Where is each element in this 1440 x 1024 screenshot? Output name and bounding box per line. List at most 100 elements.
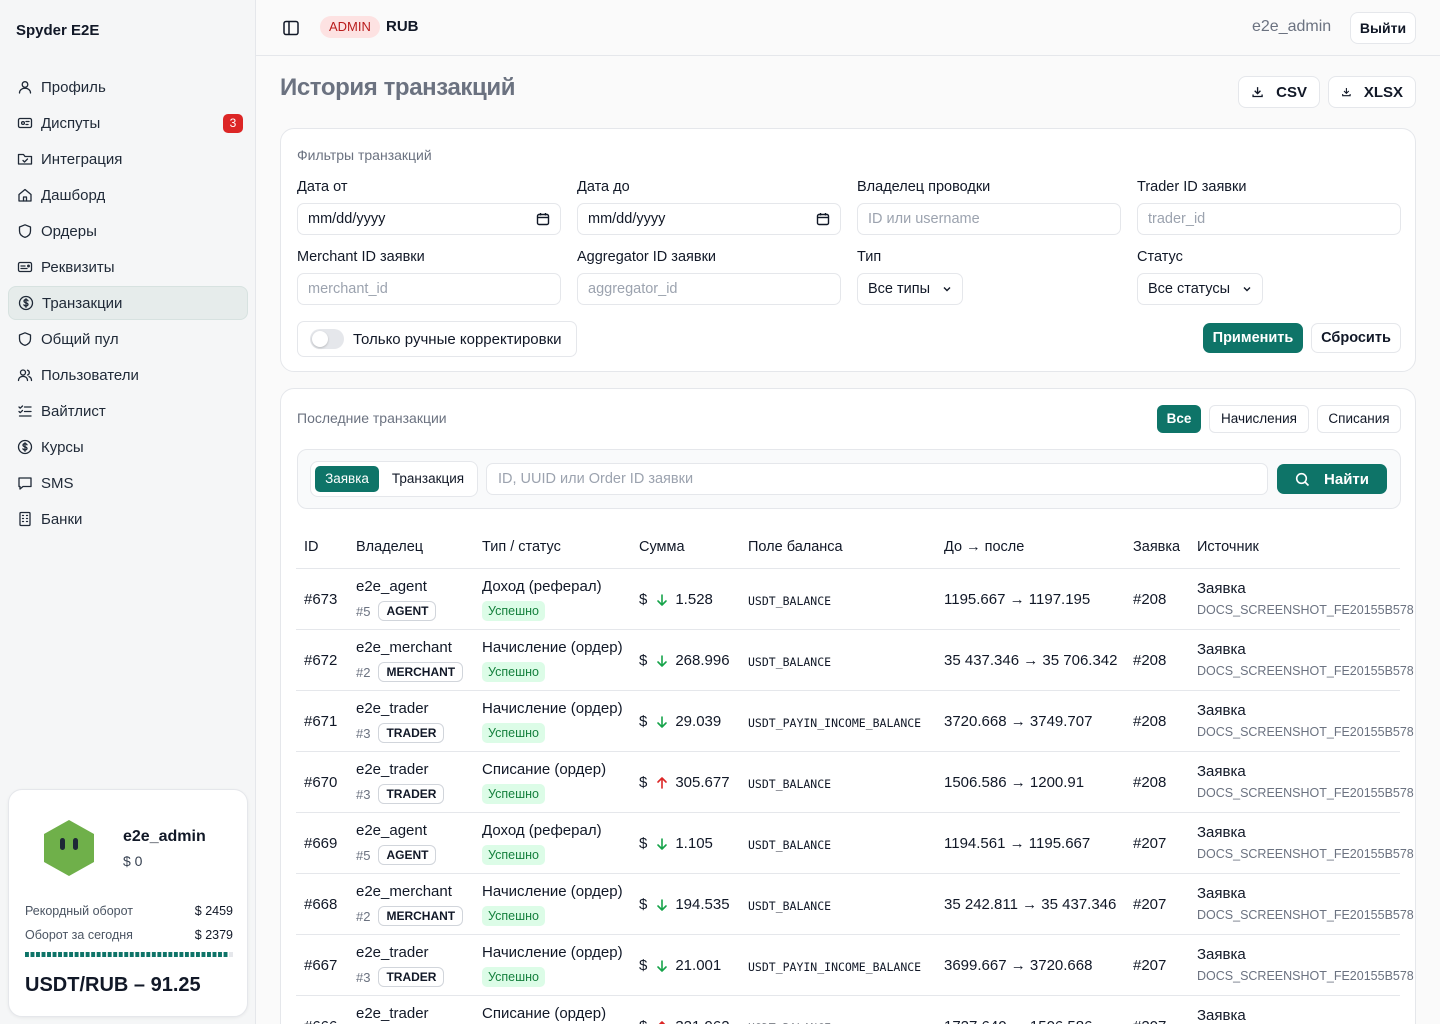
owner-name[interactable]: e2e_merchant — [356, 883, 452, 900]
search-mode-transaction[interactable]: Транзакция — [383, 466, 473, 492]
date-to-input[interactable]: mm/dd/yyyy — [577, 203, 841, 235]
sidebar-item-label: Реквизиты — [41, 258, 115, 276]
tx-id[interactable]: #667 — [304, 957, 337, 974]
sidebar-item-requisites[interactable]: Реквизиты — [8, 250, 248, 284]
tx-amount: $268.996 — [639, 652, 730, 669]
owner-name[interactable]: e2e_trader — [356, 1005, 429, 1022]
top-bar: ADMIN RUB e2e_admin Выйти — [256, 0, 1440, 56]
sidebar-item-users[interactable]: Пользователи — [8, 358, 248, 392]
status-badge: Успешно — [482, 723, 545, 743]
order-link[interactable]: #207 — [1133, 1018, 1166, 1024]
progress-segment — [80, 952, 85, 957]
merchant-id-input[interactable]: merchant_id — [297, 273, 561, 305]
sidebar-item-rates[interactable]: Курсы — [8, 430, 248, 464]
sidebar-item-whitelist[interactable]: Вайтлист — [8, 394, 248, 428]
owner-name[interactable]: e2e_agent — [356, 822, 427, 839]
search-button-label: Найти — [1324, 470, 1369, 488]
type-select[interactable]: Все типы — [857, 273, 963, 305]
currency-symbol: $ — [639, 774, 648, 791]
record-turnover-value: $ 2459 — [194, 904, 233, 918]
sidebar-item-common-pool[interactable]: Общий пул — [8, 322, 248, 356]
owner-name[interactable]: e2e_agent — [356, 578, 427, 595]
tx-id[interactable]: #671 — [304, 713, 337, 730]
order-link[interactable]: #207 — [1133, 896, 1166, 913]
search-panel: Заявка Транзакция ID, UUID или Order ID … — [297, 449, 1401, 509]
progress-segment — [96, 952, 101, 957]
owner-id: #2 — [356, 664, 371, 680]
date-from-value: mm/dd/yyyy — [308, 211, 386, 227]
sidebar-item-profile[interactable]: Профиль — [8, 70, 248, 104]
tx-id[interactable]: #669 — [304, 835, 337, 852]
status-select[interactable]: Все статусы — [1137, 273, 1263, 305]
owner-name[interactable]: e2e_trader — [356, 700, 429, 717]
home-icon — [17, 187, 33, 203]
user-card: e2e_admin $ 0 Рекордный оборот $ 2459 Об… — [8, 789, 248, 1017]
tx-id[interactable]: #673 — [304, 591, 337, 608]
manual-only-toggle[interactable]: Только ручные корректировки — [297, 321, 577, 357]
date-from-input[interactable]: mm/dd/yyyy — [297, 203, 561, 235]
sidebar-item-label: Общий пул — [41, 330, 119, 348]
search-input[interactable]: ID, UUID или Order ID заявки — [486, 463, 1268, 495]
column-header: Источник — [1197, 539, 1259, 555]
tx-id[interactable]: #672 — [304, 652, 337, 669]
sidebar-item-sms[interactable]: SMS — [8, 466, 248, 500]
tx-amount: $321.962 — [639, 1018, 730, 1024]
calendar-icon[interactable] — [816, 212, 830, 226]
balance-field: USDT_BALANCE — [748, 838, 832, 852]
order-link[interactable]: #207 — [1133, 835, 1166, 852]
tab-debits[interactable]: Списания — [1317, 405, 1401, 433]
order-link[interactable]: #208 — [1133, 713, 1166, 730]
arrow-up-icon — [657, 776, 668, 789]
table-row[interactable]: #668 e2e_merchant #2 MERCHANT Начисление (ор… — [296, 874, 1414, 935]
export-xlsx-label: XLSX — [1363, 83, 1403, 101]
owner-name[interactable]: e2e_trader — [356, 944, 429, 961]
export-csv-button[interactable]: CSV — [1238, 76, 1320, 108]
order-link[interactable]: #208 — [1133, 774, 1166, 791]
aggregator-id-input[interactable]: aggregator_id — [577, 273, 841, 305]
balance-field: USDT_PAYIN_INCOME_BALANCE — [748, 716, 922, 730]
ticket-icon — [17, 115, 33, 131]
table-row[interactable]: #669 e2e_agent #5 AGENT Доход (реферал) Успеш… — [296, 813, 1414, 874]
table-row[interactable]: #672 e2e_merchant #2 MERCHANT Начисление (ор… — [296, 630, 1414, 691]
table-row[interactable]: #673 e2e_agent #5 AGENT Доход (реферал) Успеш… — [296, 569, 1414, 630]
table-row[interactable]: #670 e2e_trader #3 TRADER Списание (ордер) Ус… — [296, 752, 1414, 813]
progress-segment — [184, 952, 189, 957]
sidebar-toggle-icon[interactable] — [282, 19, 300, 37]
tx-id[interactable]: #666 — [304, 1018, 337, 1024]
export-xlsx-button[interactable]: XLSX — [1328, 76, 1416, 108]
status-badge: Успешно — [482, 967, 545, 987]
tab-all[interactable]: Все — [1157, 405, 1201, 433]
search-mode-order[interactable]: Заявка — [315, 466, 379, 492]
sidebar-item-transactions[interactable]: Транзакции — [8, 286, 248, 320]
reset-button[interactable]: Сбросить — [1311, 323, 1401, 353]
calendar-icon[interactable] — [536, 212, 550, 226]
owner-name[interactable]: e2e_merchant — [356, 639, 452, 656]
trader-id-input[interactable]: trader_id — [1137, 203, 1401, 235]
sidebar-item-banks[interactable]: Банки — [8, 502, 248, 536]
table-row[interactable]: #666e2e_traderСписание (ордер)$321.962US… — [296, 996, 1400, 1024]
order-link[interactable]: #207 — [1133, 957, 1166, 974]
apply-button[interactable]: Применить — [1203, 323, 1303, 353]
owner-input[interactable]: ID или username — [857, 203, 1121, 235]
tx-id[interactable]: #668 — [304, 896, 337, 913]
search-button[interactable]: Найти — [1277, 464, 1387, 494]
sidebar-item-disputes[interactable]: Диспуты 3 — [8, 106, 248, 140]
role-badge: TRADER — [378, 967, 445, 987]
order-link[interactable]: #208 — [1133, 652, 1166, 669]
tab-credits[interactable]: Начисления — [1209, 405, 1309, 433]
table-row[interactable]: #667 e2e_trader #3 TRADER Начисление (ордер)… — [296, 935, 1414, 996]
toggle-switch[interactable] — [310, 329, 344, 349]
order-link[interactable]: #208 — [1133, 591, 1166, 608]
sidebar-item-dashboard[interactable]: Дашборд — [8, 178, 248, 212]
role-badge: TRADER — [378, 784, 445, 804]
sidebar-item-orders[interactable]: Ордеры — [8, 214, 248, 248]
tx-type: Начисление (ордер) — [482, 944, 623, 961]
status-badge: Успешно — [482, 784, 545, 804]
owner-name[interactable]: e2e_trader — [356, 761, 429, 778]
logout-button[interactable]: Выйти — [1350, 12, 1416, 44]
record-turnover-row: Рекордный оборот $ 2459 — [25, 904, 233, 918]
table-row[interactable]: #671 e2e_trader #3 TRADER Начисление (ордер)… — [296, 691, 1414, 752]
balance-change: 1195.667 → 1197.195 — [944, 591, 1091, 608]
tx-id[interactable]: #670 — [304, 774, 337, 791]
sidebar-item-integration[interactable]: Интеграция — [8, 142, 248, 176]
